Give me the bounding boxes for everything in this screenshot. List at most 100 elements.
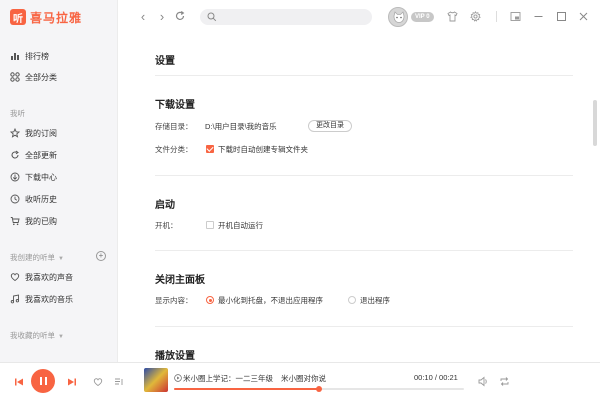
sidebar: 听 喜马拉雅 排行榜 全部分类 我听 我的订阅 全部更新 下载中心 收听历史 我… bbox=[0, 0, 118, 362]
like-button[interactable] bbox=[92, 376, 104, 388]
maximize-icon bbox=[556, 11, 566, 21]
sidebar-item-label: 我喜欢的音乐 bbox=[25, 294, 73, 304]
refresh-icon bbox=[10, 150, 20, 160]
sidebar-item-downloads[interactable]: 下载中心 bbox=[10, 170, 57, 184]
content-scrollbar[interactable] bbox=[593, 100, 597, 146]
storage-dir-label: 存储目录： bbox=[155, 122, 193, 131]
progress-handle[interactable] bbox=[316, 386, 322, 392]
next-icon bbox=[68, 378, 76, 386]
pause-button[interactable] bbox=[31, 369, 55, 393]
heart-icon bbox=[93, 378, 103, 387]
track-artist[interactable]: 米小圈对你说 bbox=[281, 373, 326, 384]
mini-window-icon bbox=[510, 11, 520, 21]
chevron-down-icon[interactable]: ▼ bbox=[58, 334, 64, 340]
progress-bar[interactable] bbox=[174, 386, 464, 392]
change-dir-button[interactable]: 更改目录 bbox=[308, 120, 352, 132]
settings-panel: 设置 下载设置 存储目录： D:\用户目录\我的音乐 更改目录 文件分类： 下载… bbox=[119, 34, 591, 362]
section-header-created-lists: 我创建的听单 ▼ bbox=[10, 252, 64, 263]
grid-icon bbox=[10, 72, 20, 82]
cat-avatar-icon bbox=[393, 11, 405, 23]
sidebar-item-label: 我的订阅 bbox=[25, 128, 57, 138]
play-time: 00:10 / 00:21 bbox=[414, 373, 458, 382]
sidebar-item-purchased[interactable]: 我的已购 bbox=[10, 214, 57, 228]
download-settings-title: 下载设置 bbox=[155, 100, 195, 111]
minimize-icon bbox=[534, 15, 542, 17]
search-icon bbox=[207, 12, 217, 24]
progress-fill bbox=[174, 388, 319, 390]
forward-button[interactable]: › bbox=[156, 10, 168, 24]
close-icon bbox=[579, 12, 587, 20]
close-panel-title: 关闭主面板 bbox=[155, 275, 205, 286]
cart-icon bbox=[10, 216, 20, 226]
pause-icon-bar bbox=[39, 377, 42, 385]
add-list-button[interactable]: + bbox=[96, 251, 106, 261]
exit-program-label: 退出程序 bbox=[360, 296, 390, 305]
skin-button[interactable] bbox=[446, 10, 458, 22]
chart-icon bbox=[10, 51, 20, 61]
track-info-button[interactable] bbox=[173, 373, 182, 382]
avatar[interactable] bbox=[388, 7, 408, 27]
sidebar-item-ranking[interactable]: 排行榜 bbox=[10, 49, 49, 63]
sidebar-item-label: 我的已购 bbox=[25, 216, 57, 226]
section-divider bbox=[155, 326, 573, 327]
track-title[interactable]: 米小圈上学记：一二三年级 bbox=[183, 373, 273, 384]
music-icon bbox=[10, 294, 20, 304]
tshirt-icon bbox=[446, 10, 458, 21]
section-divider bbox=[155, 175, 573, 176]
close-display-label: 显示内容： bbox=[155, 296, 193, 305]
sidebar-item-subscriptions[interactable]: 我的订阅 bbox=[10, 126, 57, 140]
star-icon bbox=[10, 128, 20, 138]
refresh-button[interactable] bbox=[174, 10, 186, 24]
file-classify-label: 文件分类： bbox=[155, 145, 193, 154]
sidebar-item-all-categories[interactable]: 全部分类 bbox=[10, 70, 57, 84]
exit-program-radio[interactable] bbox=[348, 296, 356, 304]
settings-button[interactable] bbox=[469, 10, 481, 22]
download-icon bbox=[10, 172, 20, 182]
sidebar-item-label: 下载中心 bbox=[25, 172, 57, 182]
reload-icon bbox=[175, 11, 185, 21]
page-title: 设置 bbox=[155, 56, 175, 67]
mini-mode-button[interactable] bbox=[509, 10, 521, 22]
playback-settings-title: 播放设置 bbox=[155, 351, 195, 362]
previous-button[interactable] bbox=[13, 376, 25, 388]
sidebar-item-updates[interactable]: 全部更新 bbox=[10, 148, 57, 162]
minimize-to-tray-radio[interactable] bbox=[206, 296, 214, 304]
sidebar-item-history[interactable]: 收听历史 bbox=[10, 192, 57, 206]
startup-settings-title: 启动 bbox=[155, 200, 175, 211]
elapsed-time: 00:10 bbox=[414, 373, 433, 382]
auto-start-label: 开机自动运行 bbox=[218, 221, 263, 230]
volume-button[interactable] bbox=[477, 375, 489, 387]
sidebar-item-label: 排行榜 bbox=[25, 51, 49, 61]
play-mode-button[interactable] bbox=[498, 375, 510, 387]
vip-badge[interactable]: VIP 0 bbox=[411, 12, 434, 22]
pause-icon-bar bbox=[44, 377, 47, 385]
maximize-button[interactable] bbox=[555, 10, 567, 22]
playlist-button[interactable] bbox=[113, 376, 125, 388]
app-logo[interactable]: 听 喜马拉雅 bbox=[10, 8, 82, 26]
toolbar-divider bbox=[496, 11, 497, 22]
minimize-button[interactable] bbox=[532, 10, 544, 22]
album-cover[interactable] bbox=[144, 368, 168, 392]
sidebar-item-label: 全部更新 bbox=[25, 150, 57, 160]
logo-icon: 听 bbox=[10, 9, 26, 25]
sidebar-item-label: 我喜欢的声音 bbox=[25, 272, 73, 282]
auto-create-album-folder-label: 下载时自动创建专辑文件夹 bbox=[218, 145, 308, 154]
speaker-icon bbox=[478, 376, 487, 386]
startup-label: 开机： bbox=[155, 221, 178, 230]
section-header-my-listen: 我听 bbox=[10, 109, 25, 118]
back-button[interactable]: ‹ bbox=[137, 10, 149, 24]
play-circle-icon bbox=[173, 373, 182, 382]
section-header-collected-lists: 我收藏的听单 ▼ bbox=[10, 330, 64, 341]
section-divider bbox=[155, 75, 573, 76]
search-input[interactable] bbox=[220, 11, 360, 23]
auto-start-checkbox[interactable] bbox=[206, 221, 214, 229]
sidebar-item-liked-music[interactable]: 我喜欢的音乐 bbox=[10, 292, 73, 306]
sidebar-item-liked-sounds[interactable]: 我喜欢的声音 bbox=[10, 270, 73, 284]
gear-icon bbox=[469, 10, 481, 22]
search-box[interactable] bbox=[200, 9, 372, 25]
auto-create-album-folder-checkbox[interactable] bbox=[206, 145, 214, 153]
chevron-down-icon[interactable]: ▼ bbox=[58, 256, 64, 262]
close-button[interactable] bbox=[577, 10, 589, 22]
next-button[interactable] bbox=[66, 376, 78, 388]
sidebar-item-label: 全部分类 bbox=[25, 72, 57, 82]
